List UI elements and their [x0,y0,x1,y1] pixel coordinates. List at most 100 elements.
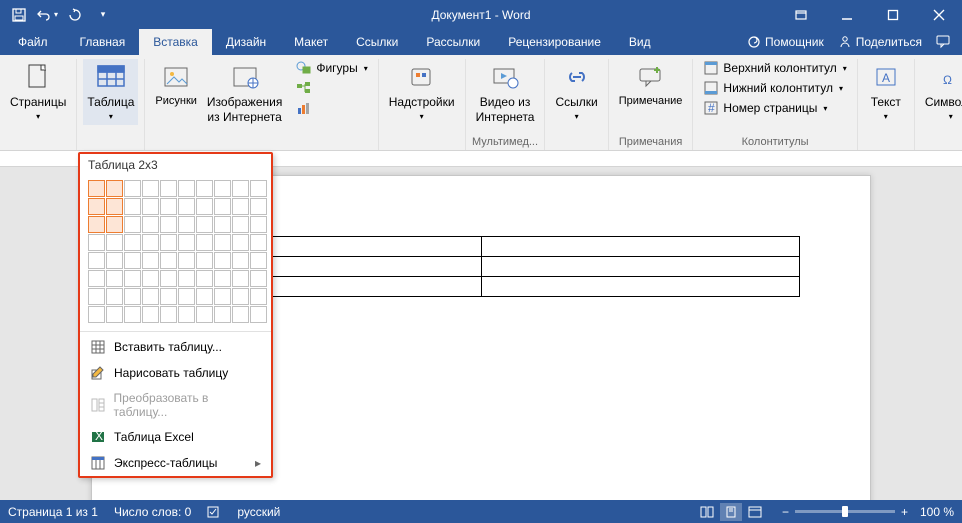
grid-cell[interactable] [196,180,213,197]
grid-cell[interactable] [232,288,249,305]
grid-cell[interactable] [124,180,141,197]
grid-cell[interactable] [178,216,195,233]
grid-cell[interactable] [124,234,141,251]
grid-cell[interactable] [250,180,267,197]
grid-cell[interactable] [232,306,249,323]
zoom-out-button[interactable]: − [782,505,789,519]
grid-cell[interactable] [106,234,123,251]
chart-button[interactable] [292,99,371,117]
grid-cell[interactable] [124,216,141,233]
grid-cell[interactable] [88,234,105,251]
grid-cell[interactable] [142,234,159,251]
grid-cell[interactable] [250,216,267,233]
undo-button[interactable]: ▾ [34,3,60,27]
comment-button[interactable]: Примечание [615,59,687,110]
pages-button[interactable]: Страницы▾ [6,59,70,125]
tab-view[interactable]: Вид [615,29,665,55]
grid-cell[interactable] [250,306,267,323]
grid-cell[interactable] [142,216,159,233]
grid-cell[interactable] [214,234,231,251]
grid-cell[interactable] [196,198,213,215]
grid-cell[interactable] [142,180,159,197]
print-layout-button[interactable] [720,503,742,521]
grid-cell[interactable] [106,252,123,269]
grid-cell[interactable] [124,288,141,305]
grid-cell[interactable] [196,252,213,269]
grid-cell[interactable] [196,288,213,305]
grid-cell[interactable] [160,306,177,323]
grid-cell[interactable] [106,306,123,323]
grid-cell[interactable] [88,252,105,269]
table-size-grid[interactable] [80,176,271,329]
grid-cell[interactable] [124,252,141,269]
grid-cell[interactable] [160,252,177,269]
redo-button[interactable] [62,3,88,27]
maximize-button[interactable] [870,0,916,29]
zoom-in-button[interactable]: + [901,505,908,519]
minimize-button[interactable] [824,0,870,29]
grid-cell[interactable] [232,216,249,233]
grid-cell[interactable] [250,198,267,215]
tab-references[interactable]: Ссылки [342,29,412,55]
ribbon-display-button[interactable] [778,0,824,29]
header-button[interactable]: Верхний колонтитул▾ [699,59,850,77]
grid-cell[interactable] [88,270,105,287]
grid-cell[interactable] [88,306,105,323]
online-pictures-button[interactable]: Изображенияиз Интернета [203,59,286,127]
grid-cell[interactable] [106,216,123,233]
grid-cell[interactable] [124,270,141,287]
tab-insert[interactable]: Вставка [139,29,212,55]
grid-cell[interactable] [214,216,231,233]
language-status[interactable]: русский [237,505,280,519]
tell-me[interactable]: Помощник [747,35,824,49]
grid-cell[interactable] [88,288,105,305]
grid-cell[interactable] [142,252,159,269]
grid-cell[interactable] [106,288,123,305]
grid-cell[interactable] [88,198,105,215]
tab-layout[interactable]: Макет [280,29,342,55]
grid-cell[interactable] [160,288,177,305]
grid-cell[interactable] [160,180,177,197]
grid-cell[interactable] [196,216,213,233]
grid-cell[interactable] [214,252,231,269]
web-layout-button[interactable] [744,503,766,521]
grid-cell[interactable] [196,306,213,323]
grid-cell[interactable] [178,234,195,251]
tab-mailings[interactable]: Рассылки [412,29,494,55]
draw-table-item[interactable]: Нарисовать таблицу [80,360,271,386]
grid-cell[interactable] [160,216,177,233]
grid-cell[interactable] [106,270,123,287]
grid-cell[interactable] [214,180,231,197]
save-button[interactable] [6,3,32,27]
grid-cell[interactable] [250,288,267,305]
grid-cell[interactable] [124,306,141,323]
grid-cell[interactable] [250,252,267,269]
grid-cell[interactable] [232,270,249,287]
smartart-button[interactable] [292,79,371,97]
grid-cell[interactable] [142,288,159,305]
pictures-button[interactable]: Рисунки [151,59,201,110]
tab-file[interactable]: Файл [0,29,66,55]
grid-cell[interactable] [196,270,213,287]
excel-table-item[interactable]: XТаблица Excel [80,424,271,450]
comments-toggle[interactable] [936,35,952,49]
footer-button[interactable]: Нижний колонтитул▾ [699,79,850,97]
grid-cell[interactable] [160,234,177,251]
zoom-level[interactable]: 100 % [920,505,954,519]
grid-cell[interactable] [106,180,123,197]
grid-cell[interactable] [214,198,231,215]
grid-cell[interactable] [178,306,195,323]
grid-cell[interactable] [88,180,105,197]
table-button[interactable]: Таблица▾ [83,59,138,125]
tab-review[interactable]: Рецензирование [494,29,615,55]
shapes-button[interactable]: Фигуры▾ [292,59,371,77]
grid-cell[interactable] [178,288,195,305]
read-mode-button[interactable] [696,503,718,521]
grid-cell[interactable] [178,180,195,197]
grid-cell[interactable] [142,270,159,287]
grid-cell[interactable] [178,198,195,215]
symbols-button[interactable]: ΩСимволы▾ [921,59,962,125]
grid-cell[interactable] [106,198,123,215]
page-status[interactable]: Страница 1 из 1 [8,505,98,519]
page-number-button[interactable]: #Номер страницы▾ [699,99,850,117]
